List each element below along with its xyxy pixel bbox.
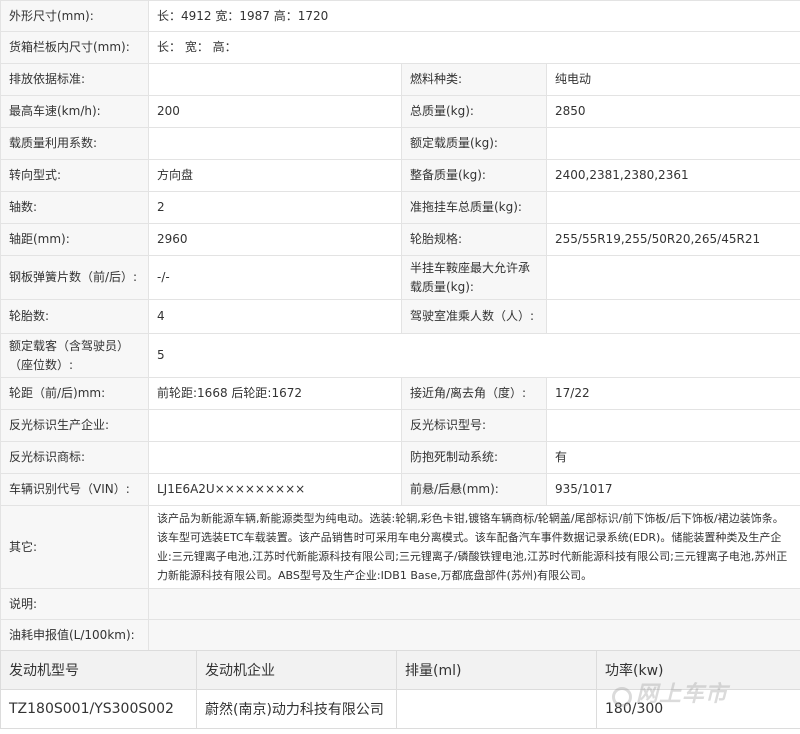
spec-value [147, 619, 800, 652]
spec-value: 5 [147, 333, 800, 378]
spec-row-remarks: 说明: [0, 588, 800, 620]
spec-label: 外形尺寸(mm): [0, 0, 149, 32]
spec-row: 载质量利用系数: 额定载质量(kg): [0, 127, 800, 160]
spec-label: 整备质量(kg): [401, 159, 547, 192]
table-cell: TZ180S001/YS300S002 [0, 689, 197, 729]
spec-value: 长： 宽： 高： [147, 31, 800, 64]
spec-value: 前轮距:1668 后轮距:1672 [148, 377, 402, 410]
spec-value: 4 [148, 299, 402, 334]
engine-table-header: 发动机型号 发动机企业 排量(ml) 功率(kw) [0, 650, 800, 690]
spec-value [545, 255, 800, 300]
spec-value: 2 [148, 191, 402, 224]
spec-row-fuel: 油耗申报值(L/100km): [0, 619, 800, 652]
spec-value: 长：4912 宽：1987 高：1720 [147, 0, 800, 32]
spec-label: 转向型式: [0, 159, 149, 192]
spec-value: 方向盘 [148, 159, 402, 192]
spec-value [147, 588, 800, 620]
spec-row: 反光标识生产企业: 反光标识型号: [0, 409, 800, 442]
spec-label: 载质量利用系数: [0, 127, 149, 160]
spec-label: 接近角/离去角（度）: [401, 377, 547, 410]
spec-label: 车辆识别代号（VIN）: [0, 473, 149, 506]
spec-value: 2850 [545, 95, 800, 128]
spec-row-passengers: 额定载客（含驾驶员）（座位数）: 5 [0, 333, 800, 378]
table-row: TZ180S001/YS300S002 蔚然(南京)动力科技有限公司 180/3… [0, 689, 800, 729]
spec-value: 有 [545, 441, 800, 474]
spec-label: 轮胎规格: [401, 223, 547, 256]
spec-label: 反光标识商标: [0, 441, 149, 474]
spec-label: 轮距（前/后)mm: [0, 377, 149, 410]
spec-label: 轴距(mm): [0, 223, 149, 256]
spec-value [545, 191, 800, 224]
spec-row-dimensions: 外形尺寸(mm): 长：4912 宽：1987 高：1720 [0, 0, 800, 32]
spec-value: 200 [148, 95, 402, 128]
spec-row-cargo-box: 货箱栏板内尺寸(mm): 长： 宽： 高： [0, 31, 800, 64]
spec-value: 2400,2381,2380,2361 [545, 159, 800, 192]
spec-label: 轮胎数: [0, 299, 149, 334]
spec-value [148, 127, 402, 160]
spec-label: 钢板弹簧片数（前/后）: [0, 255, 149, 300]
spec-label: 反光标识生产企业: [0, 409, 149, 442]
spec-label: 燃料种类: [401, 63, 547, 96]
spec-label: 准拖挂车总质量(kg): [401, 191, 547, 224]
engine-table: 发动机型号 发动机企业 排量(ml) 功率(kw) TZ180S001/YS30… [0, 650, 800, 729]
column-header: 排量(ml) [396, 650, 597, 690]
table-cell: 蔚然(南京)动力科技有限公司 [196, 689, 397, 729]
spec-value: 935/1017 [545, 473, 800, 506]
spec-value [148, 63, 402, 96]
spec-value: 255/55R19,255/50R20,265/45R21 [545, 223, 800, 256]
spec-row: 转向型式: 方向盘 整备质量(kg): 2400,2381,2380,2361 [0, 159, 800, 192]
spec-label: 最高车速(km/h): [0, 95, 149, 128]
table-cell: 180/300 [596, 689, 800, 729]
vehicle-spec-table: 外形尺寸(mm): 长：4912 宽：1987 高：1720 货箱栏板内尺寸(m… [0, 0, 800, 652]
spec-row: 反光标识商标: 防抱死制动系统: 有 [0, 441, 800, 474]
column-header: 发动机企业 [196, 650, 397, 690]
spec-value: 17/22 [545, 377, 800, 410]
spec-value: 2960 [148, 223, 402, 256]
table-cell [396, 689, 597, 729]
spec-label: 排放依据标准: [0, 63, 149, 96]
spec-value [148, 441, 402, 474]
spec-value [148, 409, 402, 442]
spec-row: 最高车速(km/h): 200 总质量(kg): 2850 [0, 95, 800, 128]
spec-label: 油耗申报值(L/100km): [0, 619, 149, 652]
spec-value [545, 299, 800, 334]
spec-label: 防抱死制动系统: [401, 441, 547, 474]
spec-value [545, 127, 800, 160]
spec-label: 驾驶室准乘人数（人）: [401, 299, 547, 334]
spec-label: 反光标识型号: [401, 409, 547, 442]
column-header: 功率(kw) [596, 650, 800, 690]
spec-label: 轴数: [0, 191, 149, 224]
spec-notes: 该产品为新能源车辆,新能源类型为纯电动。选装:轮辋,彩色卡钳,镀铬车辆商标/轮辋… [147, 505, 800, 589]
spec-label: 额定载客（含驾驶员）（座位数）: [0, 333, 149, 378]
spec-label: 货箱栏板内尺寸(mm): [0, 31, 149, 64]
spec-row: 轮胎数: 4 驾驶室准乘人数（人）: [0, 299, 800, 334]
spec-label: 半挂车鞍座最大允许承载质量(kg): [401, 255, 547, 300]
spec-row: 车辆识别代号（VIN）: LJ1E6A2U××××××××× 前悬/后悬(mm)… [0, 473, 800, 506]
spec-row: 轴距(mm): 2960 轮胎规格: 255/55R19,255/50R20,2… [0, 223, 800, 256]
spec-value: -/- [148, 255, 402, 300]
spec-row-other: 其它: 该产品为新能源车辆,新能源类型为纯电动。选装:轮辋,彩色卡钳,镀铬车辆商… [0, 505, 800, 589]
spec-label: 总质量(kg): [401, 95, 547, 128]
spec-label: 额定载质量(kg): [401, 127, 547, 160]
spec-value [545, 409, 800, 442]
spec-label: 其它: [0, 505, 149, 589]
spec-value: LJ1E6A2U××××××××× [148, 473, 402, 506]
spec-row: 轴数: 2 准拖挂车总质量(kg): [0, 191, 800, 224]
spec-value: 纯电动 [545, 63, 800, 96]
column-header: 发动机型号 [0, 650, 197, 690]
spec-row: 轮距（前/后)mm: 前轮距:1668 后轮距:1672 接近角/离去角（度）:… [0, 377, 800, 410]
spec-row: 钢板弹簧片数（前/后）: -/- 半挂车鞍座最大允许承载质量(kg): [0, 255, 800, 300]
spec-label: 说明: [0, 588, 149, 620]
spec-row: 排放依据标准: 燃料种类: 纯电动 [0, 63, 800, 96]
spec-label: 前悬/后悬(mm): [401, 473, 547, 506]
